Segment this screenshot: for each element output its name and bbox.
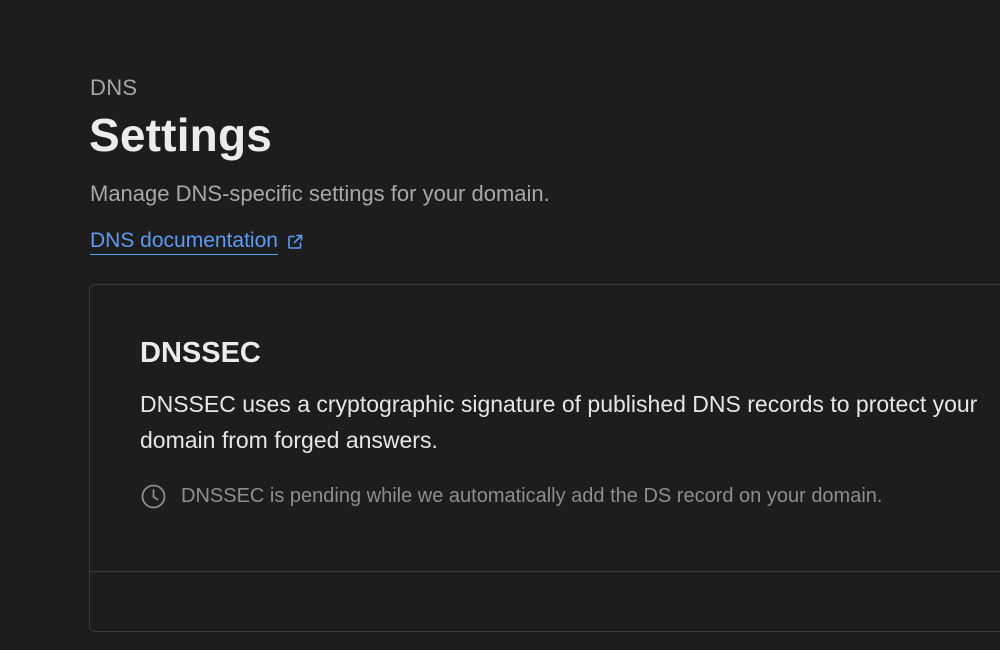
dnssec-card-title: DNSSEC [140, 337, 261, 369]
dns-settings-page: DNS Settings Manage DNS-specific setting… [0, 0, 1000, 650]
section-eyebrow: DNS [90, 75, 138, 100]
dns-documentation-link-label[interactable]: DNS documentation [90, 229, 278, 255]
dnssec-status-text: DNSSEC is pending while we automatically… [181, 485, 883, 507]
dnssec-status: DNSSEC is pending while we automatically… [140, 483, 882, 510]
page-title: Settings [89, 109, 273, 161]
dns-documentation-link[interactable]: DNS documentation [90, 229, 304, 255]
page-subtitle: Manage DNS-specific settings for your do… [90, 181, 550, 206]
dnssec-card-description: DNSSEC uses a cryptographic signature of… [140, 391, 978, 453]
external-link-icon [286, 233, 304, 251]
dnssec-card: DNSSEC DNSSEC uses a cryptographic signa… [89, 284, 1000, 632]
card-footer-divider [90, 571, 1000, 572]
clock-icon [140, 483, 167, 510]
